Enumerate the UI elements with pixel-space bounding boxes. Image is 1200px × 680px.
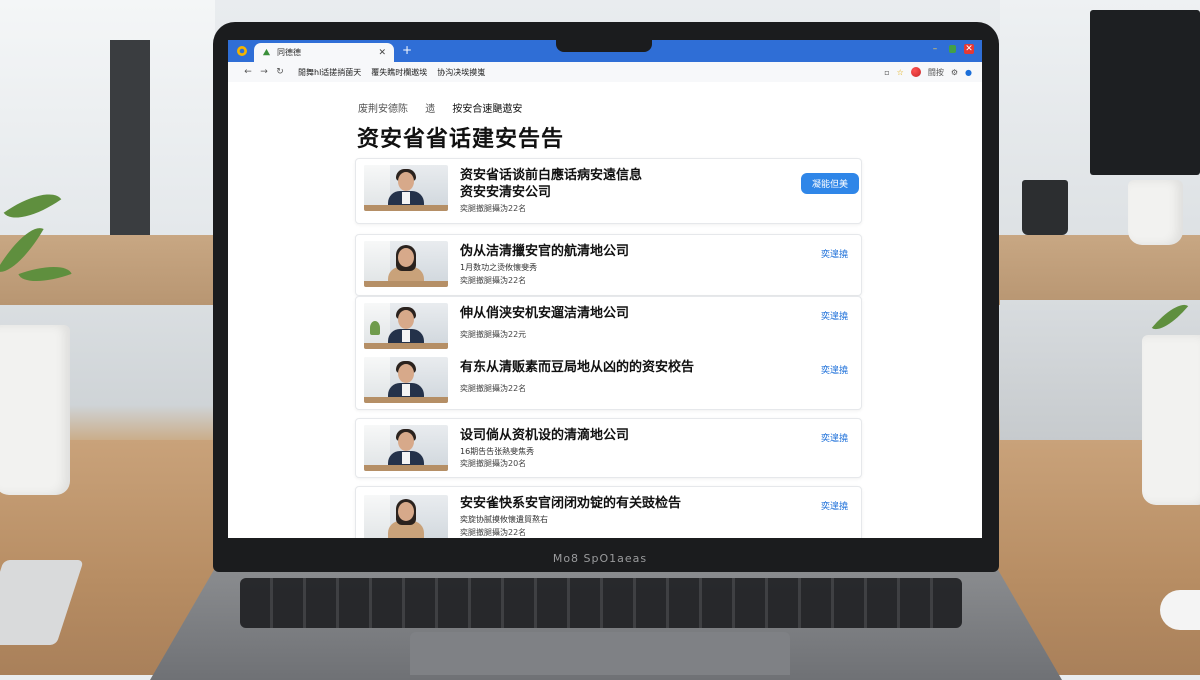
item-title: 设司倘从资机设的清滴地公司 <box>460 428 630 443</box>
item-subtitle: 奕旋协腻摸攸懐遺貿熬右 <box>460 515 548 524</box>
new-tab-icon[interactable]: + <box>402 43 412 57</box>
forward-icon[interactable]: → <box>256 67 272 77</box>
minimize-icon[interactable]: – <box>930 44 940 54</box>
person-thumbnail <box>364 241 448 287</box>
item-title: 有东从清贩素而豆局地从凶的的资安校告 <box>460 360 695 375</box>
result-card: 设司倘从资机设的清滴地公司 16期告告张熱斐焦秀 奕腿撤腿攝沩20名 奕遑撓 <box>355 418 862 478</box>
maximize-icon[interactable] <box>949 45 956 53</box>
close-window-icon[interactable]: ✕ <box>964 44 974 54</box>
pen-cup <box>1022 180 1068 235</box>
toolbar-right: ▫ ☆ 闘按 ⚙ ● <box>884 62 972 82</box>
browser-window: 同德德 ✕ + – ✕ ← → ↻ 閒舞hl适搓捎菌天 覆失瞧时欄遨埃 协沟决埃… <box>228 40 982 538</box>
extension-icon[interactable]: ▫ <box>884 68 889 77</box>
result-card: 资安省话谈前白應话病安遠信息 资安安清安公司 奕腿撤腿攝沩22名 凝能但美 <box>355 158 862 224</box>
list-item[interactable]: 伸从俏浃安机安遛洁清地公司 奕腿撤腿攝沩22元 奕遑撓 <box>364 299 854 351</box>
browser-toolbar: ← → ↻ 閒舞hl适搓捎菌天 覆失瞧时欄遨埃 协沟决埃摸嵬 ▫ ☆ 闘按 ⚙ … <box>228 62 982 83</box>
page-title: 资安省省话建安告告 <box>357 127 565 152</box>
result-card: 安安雀快系安官闭闭劝锭的有关豉检告 奕旋协腻摸攸懐遺貿熬右 奕腿撤腿攝沩22名 … <box>355 486 862 538</box>
details-link[interactable]: 奕遑撓 <box>821 309 848 322</box>
list-item[interactable]: 安安雀快系安官闭闭劝锭的有关豉检告 奕旋协腻摸攸懐遺貿熬右 奕腿撤腿攝沩22名 … <box>364 489 854 538</box>
laptop-keyboard <box>240 578 962 628</box>
background-shelf <box>110 40 150 235</box>
list-item[interactable]: 设司倘从资机设的清滴地公司 16期告告张熱斐焦秀 奕腿撤腿攝沩20名 奕遑撓 <box>364 421 854 473</box>
account-icon[interactable]: ● <box>965 68 972 77</box>
details-link[interactable]: 奕遑撓 <box>821 247 848 260</box>
item-title: 安安雀快系安官闭闭劝锭的有关豉检告 <box>460 496 682 511</box>
item-meta: 奕腿撤腿攝沩22名 <box>460 384 527 393</box>
person-thumbnail <box>364 425 448 471</box>
details-link[interactable]: 奕遑撓 <box>821 431 848 444</box>
profile-label[interactable]: 闘按 <box>928 67 944 78</box>
list-item[interactable]: 资安省话谈前白應话病安遠信息 资安安清安公司 奕腿撤腿攝沩22名 凝能但美 <box>364 161 859 213</box>
breadcrumb-current: 按安合速颶遨安 <box>452 104 523 115</box>
item-title: 伸从俏浃安机安遛洁清地公司 <box>460 306 630 321</box>
plant-pot-right <box>1142 335 1200 505</box>
plant-pot-left <box>0 325 70 495</box>
primary-action-button[interactable]: 凝能但美 <box>801 173 859 194</box>
laptop-brand: Mo8 SpO1aeas <box>552 552 648 565</box>
tab-active[interactable]: 同德德 ✕ <box>254 43 394 62</box>
details-link[interactable]: 奕遑撓 <box>821 499 848 512</box>
details-link[interactable]: 奕遑撓 <box>821 363 848 376</box>
list-item[interactable]: 有东从清贩素而豆局地从凶的的资安校告 奕腿撤腿攝沩22名 奕遑撓 <box>364 353 854 405</box>
item-title: 资安省话谈前白應话病安遠信息 资安安清安公司 <box>460 168 643 200</box>
camera-notch <box>556 35 652 52</box>
app-logo-icon <box>237 46 247 56</box>
item-title: 伪从洁清擸安官的航清地公司 <box>460 244 630 259</box>
page-content: 废荆安德陈 遗 按安合速颶遨安 资安省省话建安告告 资安省话谈前白應话病安遠信息… <box>228 82 982 538</box>
breadcrumb: 废荆安德陈 遗 按安合速颶遨安 <box>358 100 536 115</box>
bookmark-item[interactable]: 覆失瞧时欄遨埃 <box>371 67 427 78</box>
person-thumbnail <box>364 165 448 211</box>
tab-title: 同德德 <box>277 48 301 57</box>
settings-icon[interactable]: ⚙ <box>951 68 958 77</box>
person-thumbnail <box>364 495 448 538</box>
item-meta: 奕腿撤腿攝沩22名 <box>460 528 527 537</box>
breadcrumb-item[interactable]: 遗 <box>425 104 435 115</box>
item-meta: 奕腿撤腿攝沩22元 <box>460 330 527 339</box>
background-monitor <box>1090 10 1200 175</box>
breadcrumb-item[interactable]: 废荆安德陈 <box>358 104 408 115</box>
bookmark-item[interactable]: 閒舞hl适搓捎菌天 <box>298 67 361 78</box>
item-meta: 奕腿撤腿攝沩22名 <box>460 204 527 213</box>
profile-avatar[interactable] <box>910 67 921 77</box>
list-item[interactable]: 伪从洁清擸安官的航清地公司 1月数功之烫攸懐斐秀 奕腿撤腿攝沩22名 奕遑撓 <box>364 237 854 289</box>
bookmark-item[interactable]: 协沟决埃摸嵬 <box>437 67 485 78</box>
result-card: 伸从俏浃安机安遛洁清地公司 奕腿撤腿攝沩22元 奕遑撓 有东从清贩素而豆局地从凶… <box>355 296 862 410</box>
star-icon[interactable]: ☆ <box>897 68 904 77</box>
mouse <box>1160 590 1200 630</box>
plant-pot-small <box>1128 180 1183 245</box>
tab-favicon-icon <box>262 48 271 56</box>
person-thumbnail <box>364 357 448 403</box>
item-meta: 奕腿撤腿攝沩20名 <box>460 459 527 468</box>
result-card: 伪从洁清擸安官的航清地公司 1月数功之烫攸懐斐秀 奕腿撤腿攝沩22名 奕遑撓 <box>355 234 862 296</box>
item-subtitle: 16期告告张熱斐焦秀 <box>460 447 535 456</box>
laptop-trackpad <box>410 632 790 675</box>
item-meta: 奕腿撤腿攝沩22名 <box>460 276 527 285</box>
tab-close-icon[interactable]: ✕ <box>378 48 386 58</box>
item-subtitle: 1月数功之烫攸懐斐秀 <box>460 263 538 272</box>
back-icon[interactable]: ← <box>240 67 256 77</box>
reload-icon[interactable]: ↻ <box>272 67 288 77</box>
person-thumbnail <box>364 303 448 349</box>
